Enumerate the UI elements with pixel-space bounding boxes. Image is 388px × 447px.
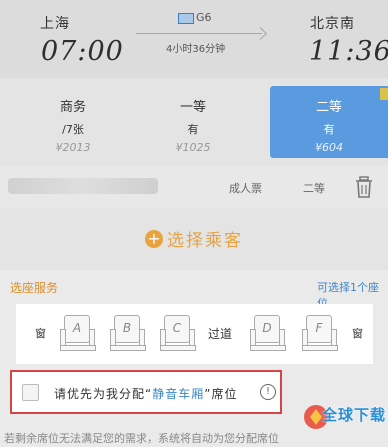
seat-class-business[interactable]: 商务 /7张 ¥2013 <box>14 86 132 158</box>
seat-letter: D <box>262 321 272 335</box>
select-passenger-label: 选择乘客 <box>167 231 243 251</box>
arrow-right-icon <box>254 27 267 40</box>
plus-icon: + <box>145 229 163 248</box>
trash-icon[interactable] <box>355 176 373 198</box>
window-label-left: 窗 <box>35 327 46 340</box>
seat-letter: C <box>172 321 182 335</box>
scroll-indicator <box>380 88 388 100</box>
seat-class-availability: 有 <box>187 123 199 136</box>
arrival-time: 11:36 <box>309 36 388 67</box>
passenger-row: 成人票 二等 <box>0 166 388 208</box>
seat-class-name: 二等 <box>315 100 342 115</box>
seat-letter: F <box>315 321 323 335</box>
quiet-coach-label-prefix: 请优先为我分配“ <box>54 387 153 401</box>
select-passenger-button[interactable]: + 选择乘客 <box>0 212 388 262</box>
train-number-badge: G6 <box>178 11 212 24</box>
seat-letter: A <box>72 321 82 335</box>
train-icon <box>178 12 194 24</box>
seat-A[interactable]: A <box>60 315 96 351</box>
seat-D[interactable]: D <box>250 315 286 351</box>
seat-map: 窗 A B C 过道 D F 窗 <box>16 304 373 364</box>
passenger-seat-class: 二等 <box>303 182 325 195</box>
passenger-ticket-type: 成人票 <box>229 182 262 195</box>
seat-class-name: 商务 <box>59 100 86 115</box>
quiet-coach-option[interactable]: 请优先为我分配“静音车厢”席位 ! <box>10 370 282 414</box>
watermark-text: 全球下载 <box>322 406 387 424</box>
trip-header: 上海 07:00 G6 4小时36分钟 北京南 11:36 <box>0 0 388 78</box>
seat-base <box>60 345 96 351</box>
seat-class-second[interactable]: 二等 有 ¥604 <box>270 86 388 158</box>
departure-city: 上海 <box>40 16 70 32</box>
seat-service-title: 选座服务 <box>10 281 59 295</box>
seat-letter: B <box>122 321 132 335</box>
quiet-coach-label-suffix: ”席位 <box>204 387 238 401</box>
route-line <box>136 33 262 34</box>
quiet-coach-checkbox[interactable] <box>22 384 39 401</box>
quiet-coach-label: 请优先为我分配“静音车厢”席位 <box>54 385 237 402</box>
seat-class-name: 一等 <box>179 100 206 115</box>
arrival-city: 北京南 <box>310 16 355 32</box>
seat-base <box>160 345 196 351</box>
seat-class-price: ¥604 <box>315 141 343 154</box>
info-icon[interactable]: ! <box>260 384 276 400</box>
departure-time: 07:00 <box>41 36 124 67</box>
quiet-coach-highlight: 静音车厢 <box>152 387 205 401</box>
aisle-label: 过道 <box>208 327 233 341</box>
seat-class-availability: 有 <box>323 123 335 136</box>
seat-class-price: ¥2013 <box>55 141 91 154</box>
seat-class-first[interactable]: 一等 有 ¥1025 <box>134 86 252 158</box>
seat-class-price: ¥1025 <box>175 141 211 154</box>
seat-base <box>250 345 286 351</box>
seat-C[interactable]: C <box>160 315 196 351</box>
seat-base <box>110 345 146 351</box>
seat-base <box>302 345 338 351</box>
trip-duration: 4小时36分钟 <box>166 44 226 55</box>
seat-class-availability: /7张 <box>62 123 84 136</box>
seat-B[interactable]: B <box>110 315 146 351</box>
seat-class-selector: 商务 /7张 ¥2013 一等 有 ¥1025 二等 有 ¥604 <box>0 86 388 158</box>
window-label-right: 窗 <box>352 327 363 340</box>
train-number: G6 <box>196 11 212 24</box>
passenger-name-redacted <box>8 178 158 194</box>
seat-F[interactable]: F <box>302 315 338 351</box>
